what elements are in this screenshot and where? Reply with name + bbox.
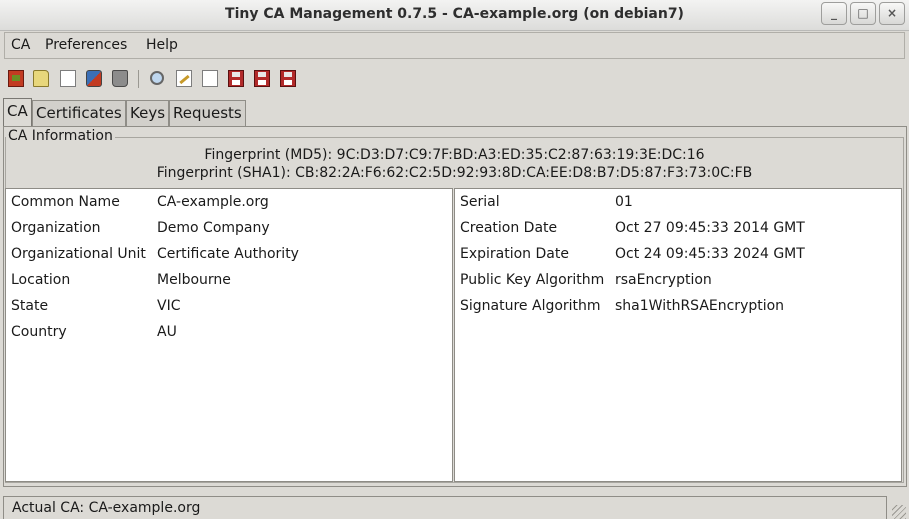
field-value: sha1WithRSAEncryption [615, 298, 785, 314]
save-icon[interactable] [280, 70, 296, 87]
field-label: Expiration Date [460, 246, 569, 262]
title-bar: Tiny CA Management 0.7.5 - CA-example.or… [0, 0, 909, 31]
field-label: Organization [11, 220, 101, 236]
minimize-button[interactable]: _ [821, 2, 847, 25]
menu-ca[interactable]: CA [11, 37, 30, 53]
toolbar-separator [138, 70, 139, 88]
tab-requests[interactable]: Requests [169, 100, 246, 126]
new-document-icon[interactable] [60, 70, 76, 87]
close-button[interactable]: × [879, 2, 905, 25]
subject-pane: Common Name CA-example.org Organization … [5, 188, 453, 482]
field-label: Public Key Algorithm [460, 272, 605, 288]
field-value: Oct 24 09:45:33 2024 GMT [615, 246, 805, 262]
save-icon[interactable] [228, 70, 244, 87]
field-label: Common Name [11, 194, 120, 210]
tab-ca[interactable]: CA [3, 98, 32, 126]
field-label: State [11, 298, 49, 314]
fingerprint-md5: Fingerprint (MD5): 9C:D3:D7:C9:7F:BD:A3:… [204, 147, 705, 163]
field-label: Country [11, 324, 67, 340]
exit-icon[interactable] [8, 70, 24, 87]
toolbar [4, 64, 905, 93]
maximize-button[interactable]: □ [850, 2, 876, 25]
window-controls: _ □ × [821, 2, 905, 25]
field-value: Demo Company [157, 220, 270, 236]
tab-keys[interactable]: Keys [126, 100, 169, 126]
edit-icon[interactable] [176, 70, 192, 87]
status-bar: Actual CA: CA-example.org [3, 496, 887, 519]
search-icon[interactable] [150, 71, 164, 85]
trash-icon[interactable] [112, 70, 128, 87]
field-value: AU [157, 324, 177, 340]
field-value: Certificate Authority [157, 246, 299, 262]
save-icon[interactable] [254, 70, 270, 87]
status-text: Actual CA: CA-example.org [12, 500, 201, 516]
menu-preferences[interactable]: Preferences [45, 37, 127, 53]
window-title: Tiny CA Management 0.7.5 - CA-example.or… [225, 6, 684, 22]
tab-certificates[interactable]: Certificates [32, 100, 126, 126]
renew-icon[interactable] [86, 70, 102, 87]
field-value: CA-example.org [157, 194, 269, 210]
resize-grip[interactable] [892, 505, 906, 519]
field-label: Serial [460, 194, 500, 210]
field-label: Location [11, 272, 71, 288]
open-folder-icon[interactable] [33, 70, 49, 87]
field-value: rsaEncryption [615, 272, 712, 288]
field-label: Signature Algorithm [460, 298, 601, 314]
field-value: Melbourne [157, 272, 231, 288]
field-value: VIC [157, 298, 181, 314]
details-pane: Serial 01 Creation Date Oct 27 09:45:33 … [454, 188, 902, 482]
blank-document-icon[interactable] [202, 70, 218, 87]
field-label: Organizational Unit [11, 246, 146, 262]
group-label: CA Information [6, 128, 115, 144]
field-label: Creation Date [460, 220, 558, 236]
field-value: 01 [615, 194, 633, 210]
menu-help[interactable]: Help [146, 37, 178, 53]
field-value: Oct 27 09:45:33 2014 GMT [615, 220, 805, 236]
menu-bar: CA Preferences Help [4, 32, 905, 59]
fingerprint-sha1: Fingerprint (SHA1): CB:82:2A:F6:62:C2:5D… [156, 165, 753, 181]
